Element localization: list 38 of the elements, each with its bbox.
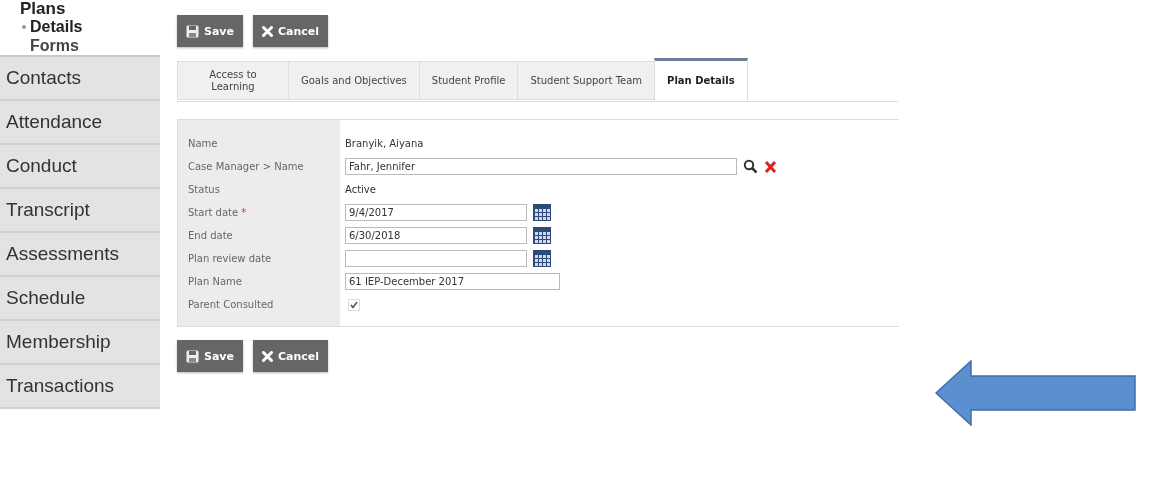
tab[interactable]: Student Profile [418,61,518,100]
tab[interactable]: Access to Learning [177,61,288,100]
field-label: Name [188,138,218,149]
save-icon [186,349,199,363]
field-label: Plan Name [188,276,242,287]
cancel-button[interactable]: Cancel [253,15,329,47]
date-field[interactable] [345,250,527,267]
sidebar-link[interactable]: Details [30,17,83,36]
tab[interactable]: Student Support Team [517,61,655,100]
field-value: Branyik, Aiyana [345,138,424,149]
save-button[interactable]: Save [177,15,243,47]
field-label: End date [188,230,233,241]
required-mark: * [241,207,247,218]
input-field[interactable]: 61 IEP-December 2017 [345,273,560,290]
close-icon [262,25,273,37]
field-label: Start date [188,207,239,218]
field-label: Status [188,184,220,195]
search-icon[interactable] [743,159,758,174]
checkbox[interactable] [348,298,360,311]
field-label: Plan review date [188,253,272,264]
date-field[interactable]: 9/4/2017 [345,204,527,221]
sidebar-link[interactable]: Forms [30,36,79,55]
tab[interactable]: Plan Details [654,58,748,102]
close-icon [262,350,273,362]
save-icon [186,24,199,38]
section-heading: Plans [20,0,66,17]
calendar-icon[interactable] [533,250,551,267]
field-label: Parent Consulted [188,299,274,310]
close-icon[interactable] [764,159,777,174]
field-label: Case Manager > Name [188,161,304,172]
calendar-icon[interactable] [533,204,551,221]
input-field[interactable]: Fahr, Jennifer [345,158,737,175]
tab[interactable]: Goals and Objectives [288,61,419,100]
calendar-icon[interactable] [533,227,551,244]
cancel-button[interactable]: Cancel [253,340,329,372]
save-button[interactable]: Save [177,340,243,372]
date-field[interactable]: 6/30/2018 [345,227,527,244]
field-value: Active [345,184,376,195]
